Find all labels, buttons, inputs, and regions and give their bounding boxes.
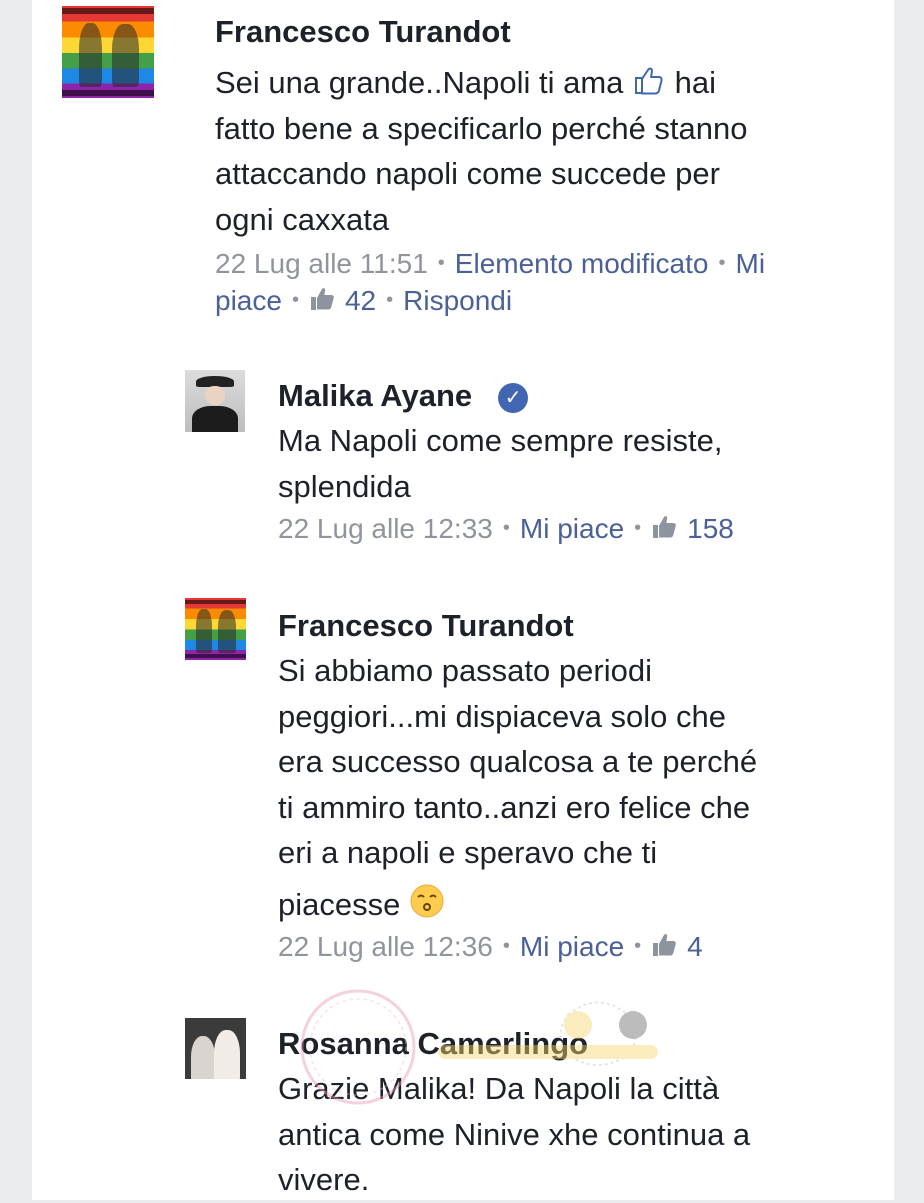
comment-line: eri a napoli e speravo che ti xyxy=(278,835,658,870)
like-count-icon[interactable] xyxy=(651,514,679,540)
avatar-caption-bottom xyxy=(62,89,154,96)
comment-line: antica come Ninive xhe continua a xyxy=(278,1116,751,1152)
comment-body: Si abbiamo passato periodi peggiori...mi… xyxy=(278,648,757,927)
comment-meta-line2: piace • 42 • Rispondi xyxy=(215,285,513,316)
comment-meta: 22 Lug alle 11:51 • Elemento modificato • Mi xyxy=(215,248,766,279)
comment-author[interactable]: Rosanna Camerlingo xyxy=(278,1026,588,1062)
timestamp[interactable]: 22 Lug alle 12:33 xyxy=(278,513,493,544)
comment-meta: 22 Lug alle 12:36 • Mi piace • 4 xyxy=(278,931,703,962)
comment-body: Grazie Malika! Da Napoli la città antica… xyxy=(278,1066,750,1203)
kiss-face-emoji-icon xyxy=(410,884,444,917)
comment-line: era successo qualcosa a te perché xyxy=(278,744,758,779)
like-link[interactable]: Mi piace xyxy=(520,931,624,962)
like-count[interactable]: 42 xyxy=(345,285,376,316)
comment-meta: 22 Lug alle 12:33 • Mi piace • 158 xyxy=(278,513,734,544)
thumbs-up-emoji-icon xyxy=(635,67,663,95)
like-count[interactable]: 4 xyxy=(687,931,703,962)
comment-line: ogni caxxata xyxy=(215,201,390,237)
comment-line: fatto bene a specificarlo perché stanno xyxy=(215,110,748,146)
timestamp[interactable]: 22 Lug alle 11:51 xyxy=(215,248,428,279)
reply-link[interactable]: Rispondi xyxy=(403,285,512,316)
avatar[interactable] xyxy=(62,6,154,98)
comment-line: splendida xyxy=(278,468,411,504)
comment-body: Ma Napoli come sempre resiste, splendida xyxy=(278,418,723,509)
edited-link[interactable]: Elemento modificato xyxy=(455,248,709,279)
comment-line: attaccando napoli come succede per xyxy=(215,156,720,191)
comment-author[interactable]: Francesco Turandot xyxy=(278,608,574,644)
comment-line: Grazie Malika! Da Napoli la città xyxy=(278,1071,720,1106)
author-name[interactable]: Malika Ayane xyxy=(278,378,472,413)
comment-line: Si abbiamo passato periodi xyxy=(278,653,652,688)
avatar[interactable] xyxy=(185,1018,246,1079)
comment-author[interactable]: Francesco Turandot xyxy=(215,14,511,50)
comments-panel: Francesco Turandot Sei una grande..Napol… xyxy=(32,0,894,1200)
comment-line: Sei una grande..Napoli ti ama xyxy=(215,65,624,100)
avatar[interactable] xyxy=(185,598,246,660)
timestamp[interactable]: 22 Lug alle 12:36 xyxy=(278,931,493,962)
like-link[interactable]: Mi xyxy=(736,248,766,279)
like-link[interactable]: Mi piace xyxy=(520,513,624,544)
comment-line: peggiori...mi dispiaceva solo che xyxy=(278,698,727,734)
comment-line: Ma Napoli come sempre resiste, xyxy=(278,423,723,458)
comment-line: ti ammiro tanto..anzi ero felice che xyxy=(278,789,751,825)
avatar[interactable] xyxy=(185,370,245,432)
like-link-continued[interactable]: piace xyxy=(215,285,282,316)
comment-line: piacesse xyxy=(278,886,401,922)
like-count-icon[interactable] xyxy=(309,286,337,312)
comment-line: vivere. xyxy=(278,1162,370,1197)
like-count[interactable]: 158 xyxy=(687,513,734,544)
comment-line: hai xyxy=(674,65,717,100)
avatar-caption-top xyxy=(62,8,154,15)
like-count-icon[interactable] xyxy=(651,932,679,958)
comment-body: Sei una grande..Napoli ti ama hai fatto … xyxy=(215,60,748,242)
verified-badge-icon: ✓ xyxy=(498,383,529,413)
comment-author: Malika Ayane ✓ xyxy=(278,378,529,414)
